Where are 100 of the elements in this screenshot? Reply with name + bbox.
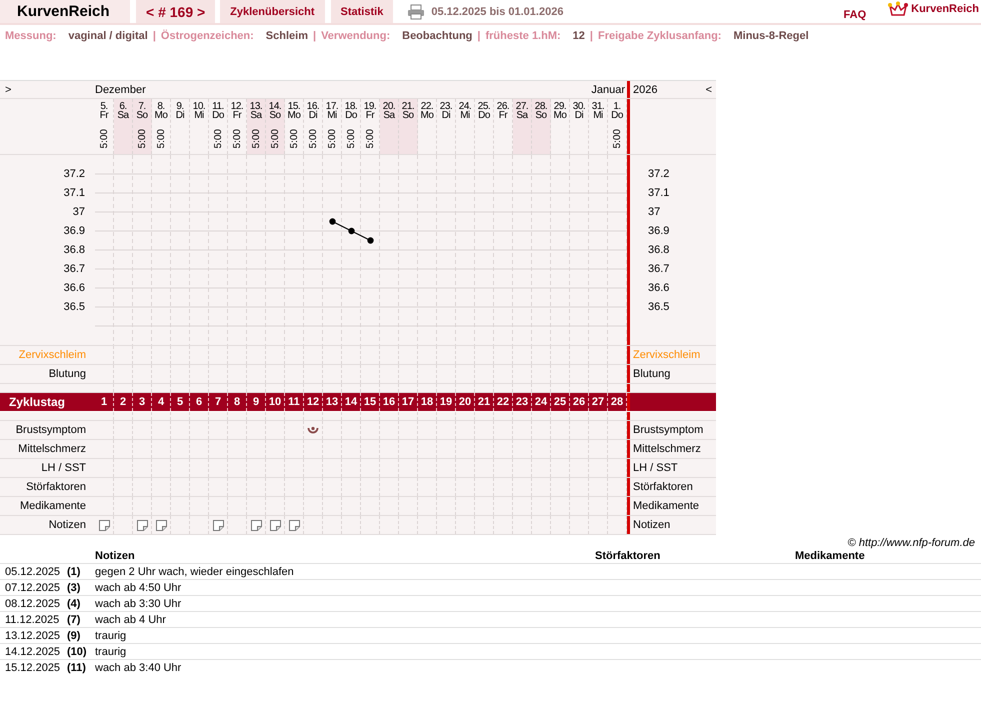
nav-tab[interactable]: < # 169 >: [136, 0, 216, 23]
weekday: Di: [176, 111, 184, 120]
weekday: Do: [478, 111, 490, 120]
row-label: Blutung: [627, 365, 716, 383]
measure-time: 5:00: [138, 129, 146, 148]
collapse-toggle[interactable]: >: [5, 84, 12, 96]
note-date: 13.12.2025: [0, 628, 63, 644]
note-icon[interactable]: [288, 520, 300, 530]
cycle-day: 4: [152, 393, 171, 411]
note-icon[interactable]: [156, 520, 166, 530]
printer-icon[interactable]: [407, 4, 426, 20]
note-cycle-day: (10): [63, 644, 95, 660]
day-date: 15.: [288, 102, 300, 111]
row-label: LH / SST: [40, 461, 87, 476]
cycle-day: 21: [475, 393, 494, 411]
note-date: 07.12.2025: [0, 580, 63, 596]
cycle-day: 27: [589, 393, 608, 411]
weekday: Fr: [498, 111, 508, 120]
year-label: 2026: [633, 84, 658, 96]
cycle-day: 22: [494, 393, 513, 411]
nav-tab[interactable]: Statistik: [330, 0, 394, 23]
date-range: 05.12.2025 bis 01.01.2026: [431, 6, 564, 18]
day-date: 19.: [364, 102, 376, 111]
cycle-day: 23: [513, 393, 532, 411]
data-point: [348, 228, 355, 234]
weekday: Do: [345, 111, 357, 120]
note-icon[interactable]: [270, 520, 280, 530]
copyright: © http://www.nfp-forum.de: [846, 537, 976, 549]
measure-time: 5:00: [214, 129, 222, 148]
day-date: 17.: [326, 102, 338, 111]
cycle-day: 17: [399, 393, 418, 411]
setting-label: Freigabe Zyklusanfang:: [598, 30, 722, 44]
measure-time: 5:00: [308, 129, 318, 148]
weekday: Mo: [420, 111, 434, 120]
row-label: Brustsymptom: [14, 423, 87, 438]
cycle-day: 11: [285, 393, 304, 411]
row-label: Notizen: [627, 516, 716, 534]
day-date: 30.: [572, 102, 586, 111]
day-date: 16.: [306, 102, 320, 111]
weekday: Mo: [288, 111, 300, 120]
weekday: Do: [212, 111, 224, 120]
day-date: 10.: [192, 102, 206, 111]
day-date: 1.: [613, 102, 621, 111]
row-label: Mittelschmerz: [627, 440, 716, 458]
note-icon[interactable]: [136, 520, 148, 530]
weekday: Di: [574, 111, 584, 120]
separator: |: [477, 30, 480, 44]
row-label: Störfaktoren: [25, 480, 87, 495]
weekday: Sa: [117, 111, 129, 120]
note-cycle-day: (3): [63, 580, 95, 596]
axis-label: 37.2: [62, 166, 85, 182]
setting-value: Schleim: [266, 30, 308, 44]
setting-label: Östrogenzeichen:: [160, 30, 254, 44]
note-cycle-day: (7): [63, 612, 95, 628]
note-date: 14.12.2025: [0, 644, 63, 660]
note-icon[interactable]: [212, 520, 224, 530]
cycle-day: 20: [456, 393, 475, 411]
setting-label: früheste 1.hM:: [485, 30, 561, 44]
axis-label: 37.2: [648, 166, 670, 182]
setting-value: Beobachtung: [402, 30, 472, 44]
day-date: 28.: [534, 102, 548, 111]
cycle-day: 25: [551, 393, 570, 411]
measure-time: 5:00: [270, 129, 280, 148]
month-label: Dezember: [95, 84, 146, 96]
day-date: 14.: [268, 102, 282, 111]
weekday: Fr: [100, 111, 108, 120]
note-icon[interactable]: [250, 520, 262, 530]
measure-time: 5:00: [252, 129, 260, 148]
faq-link[interactable]: FAQ: [844, 8, 866, 20]
nav-tab[interactable]: Zyklenübersicht: [220, 0, 325, 23]
setting-label: Verwendung:: [321, 30, 390, 44]
day-date: 6.: [119, 102, 127, 111]
row-label: Notizen: [48, 518, 87, 533]
cycle-day: 19: [437, 393, 456, 411]
row-label: Zervixschleim: [18, 348, 87, 363]
note-text: wach ab 4 Uhr: [95, 612, 595, 628]
day-date: 27.: [516, 102, 528, 111]
day-date: 5.: [100, 102, 108, 111]
column-header: Notizen: [95, 549, 595, 564]
row-label: Zervixschleim: [627, 346, 716, 364]
row-label: Medikamente: [18, 499, 87, 514]
note-text: wach ab 3:40 Uhr: [95, 660, 595, 675]
collapse-toggle[interactable]: <: [706, 84, 712, 96]
day-date: 9.: [176, 102, 184, 111]
row-label: Zyklustag: [8, 394, 66, 411]
measure-time: 5:00: [290, 129, 298, 148]
note-icon[interactable]: [98, 520, 110, 530]
axis-label: 36.6: [62, 280, 85, 296]
axis-label: 37.1: [648, 186, 670, 200]
note-cycle-day: (1): [63, 564, 95, 580]
note-date: 11.12.2025: [0, 612, 63, 628]
day-date: 8.: [157, 102, 165, 111]
day-date: 21.: [402, 102, 414, 111]
weekday: So: [269, 111, 281, 120]
row-label: Medikamente: [627, 497, 716, 515]
setting-value: Minus-8-Regel: [733, 30, 809, 44]
weekday: Di: [442, 111, 450, 120]
day-date: 7.: [138, 102, 146, 111]
weekday: Mi: [194, 111, 204, 120]
weekday: Mo: [554, 111, 566, 120]
